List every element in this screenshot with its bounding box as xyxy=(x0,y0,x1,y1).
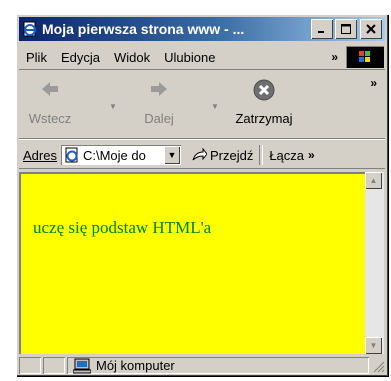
address-input[interactable]: C:\Moje do ▼ xyxy=(60,145,181,165)
stop-label: Zatrzymaj xyxy=(235,111,293,126)
menu-more-chevron-icon[interactable]: » xyxy=(331,50,346,64)
vertical-scrollbar[interactable]: ▲ ▼ xyxy=(365,172,384,354)
back-dropdown-arrow-icon[interactable]: ▼ xyxy=(109,102,117,111)
resize-grip-icon[interactable] xyxy=(371,359,385,373)
go-button[interactable]: Przejdź xyxy=(191,148,253,163)
title-bar[interactable]: Moja pierwsza strona www - ... xyxy=(19,17,385,41)
back-label: Wstecz xyxy=(28,111,72,126)
status-pane xyxy=(43,357,65,374)
go-label: Przejdź xyxy=(209,147,254,163)
menu-widok[interactable]: Widok xyxy=(107,50,157,65)
scroll-down-arrow-icon[interactable]: ▼ xyxy=(365,337,382,354)
forward-button[interactable]: Dalej xyxy=(129,78,189,126)
forward-label: Dalej xyxy=(144,111,174,126)
my-computer-icon xyxy=(73,358,91,373)
window-title: Moja pierwsza strona www - ... xyxy=(42,21,245,37)
browser-window: Moja pierwsza strona www - ... Plik Edyc… xyxy=(16,14,388,376)
toolbar-more-chevron-icon[interactable]: » xyxy=(370,76,377,90)
status-bar: Mój komputer xyxy=(19,356,385,375)
ie-page-icon xyxy=(22,21,38,37)
page-text: uczę się podstaw HTML'a xyxy=(33,218,212,237)
minimize-button[interactable] xyxy=(311,19,333,39)
standard-toolbar: Wstecz ▼ Dalej ▼ Zatrzymaj » xyxy=(19,72,385,139)
page-icon xyxy=(64,147,80,163)
address-dropdown-arrow-icon[interactable]: ▼ xyxy=(163,146,180,164)
forward-arrow-icon xyxy=(151,82,167,96)
scroll-up-arrow-icon[interactable]: ▲ xyxy=(365,172,382,189)
close-button[interactable] xyxy=(360,19,382,39)
back-arrow-icon xyxy=(42,82,58,96)
menu-plik[interactable]: Plik xyxy=(19,50,54,65)
links-button[interactable]: Łącza xyxy=(269,148,304,163)
menu-ulubione[interactable]: Ulubione xyxy=(157,50,222,65)
address-bar: Adres C:\Moje do ▼ Przejdź Łącza » xyxy=(19,142,385,169)
menu-edycja[interactable]: Edycja xyxy=(54,50,107,65)
links-more-chevron-icon[interactable]: » xyxy=(308,148,315,162)
address-label: Adres xyxy=(23,147,57,163)
separator xyxy=(259,145,264,165)
stop-icon xyxy=(253,79,275,101)
forward-dropdown-arrow-icon[interactable]: ▼ xyxy=(211,102,219,111)
menu-bar: Plik Edycja Widok Ulubione » xyxy=(19,45,385,70)
zone-label: Mój komputer xyxy=(96,358,175,373)
go-arrow-icon xyxy=(192,148,207,161)
back-button[interactable]: Wstecz xyxy=(25,78,75,126)
stop-button[interactable]: Zatrzymaj xyxy=(227,78,301,126)
address-value: C:\Moje do xyxy=(82,147,146,163)
maximize-button[interactable] xyxy=(335,19,357,39)
status-pane xyxy=(19,357,41,374)
zone-pane: Mój komputer xyxy=(67,357,369,374)
windows-logo-icon xyxy=(346,46,384,68)
page-content[interactable]: uczę się podstaw HTML'a xyxy=(19,172,365,354)
